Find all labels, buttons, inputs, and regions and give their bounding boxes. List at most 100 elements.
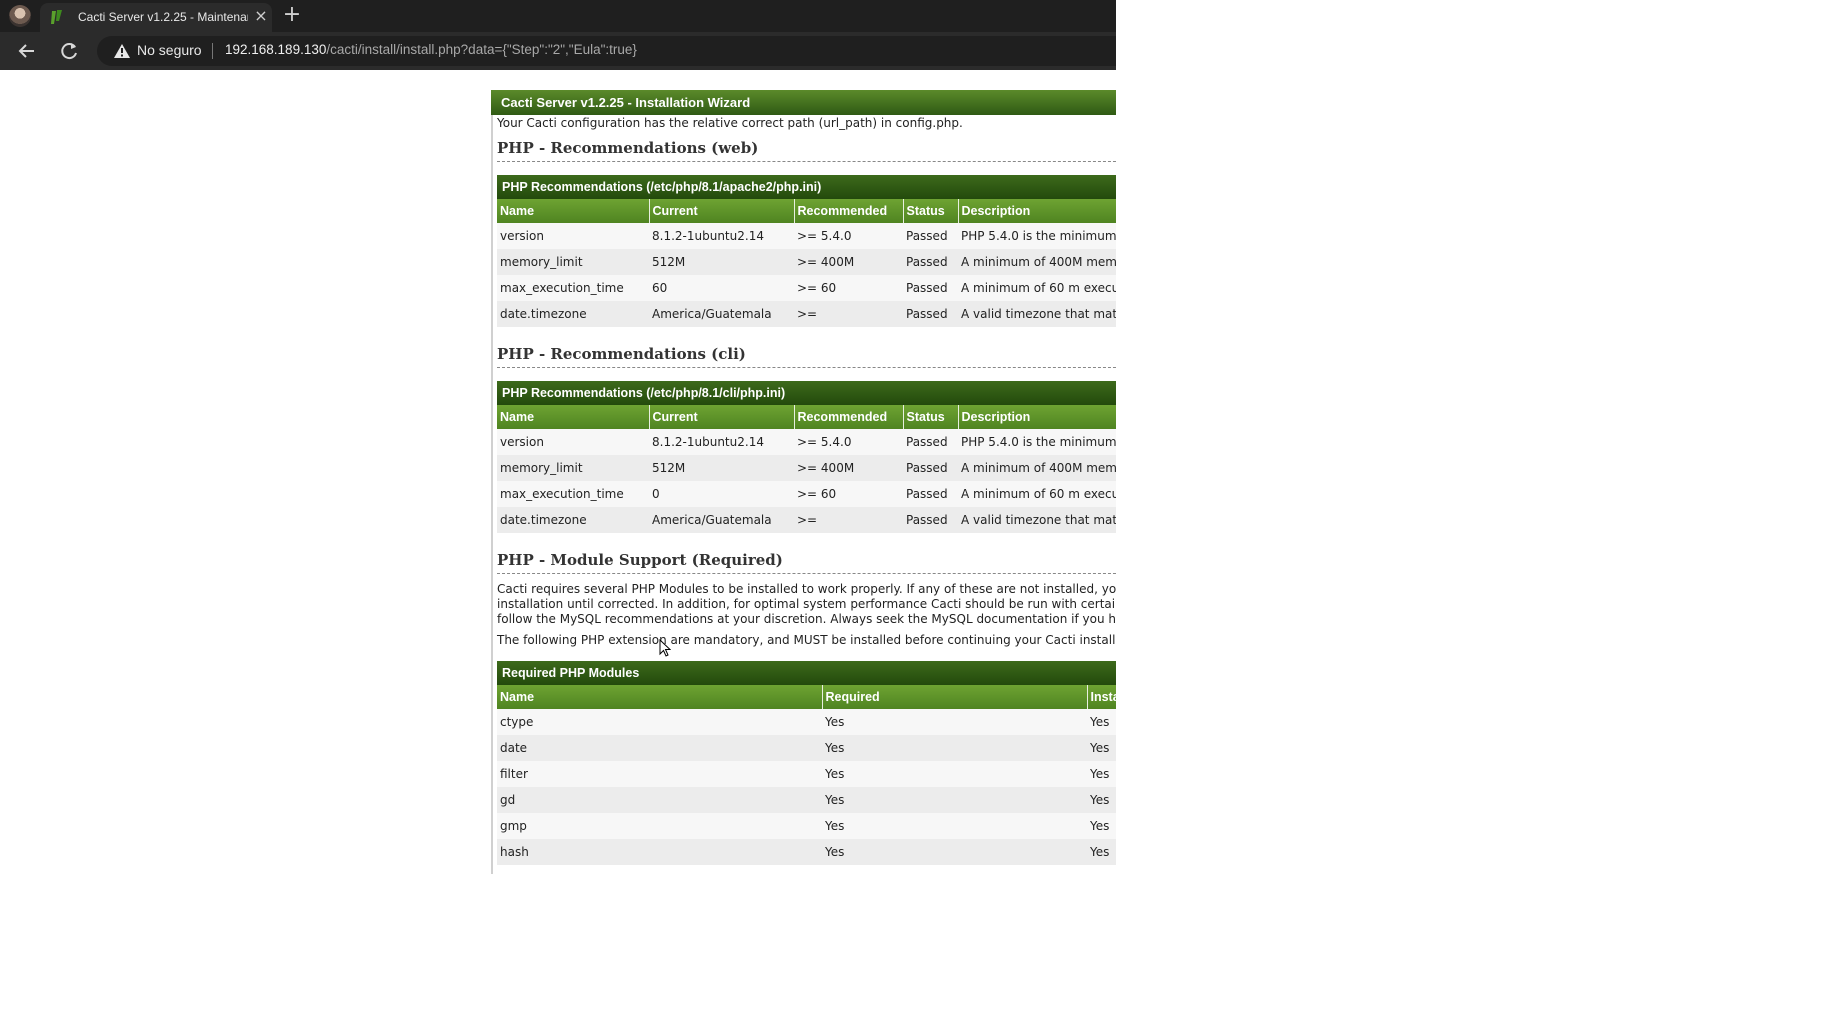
mandatory-extensions-note: The following PHP extension are mandator…	[497, 633, 1116, 647]
browser-window: Cacti Server v1.2.25 - Maintenance × + N…	[0, 0, 1116, 874]
cell-description: A valid timezone that matc	[958, 507, 1116, 533]
security-status[interactable]: No seguro	[137, 42, 202, 58]
column-header-name[interactable]: Name	[497, 685, 823, 709]
table-row: version 8.1.2-1ubuntu2.14 >= 5.4.0 Passe…	[497, 223, 1116, 249]
column-header-status[interactable]: Status	[903, 405, 959, 429]
table-row: ctype Yes Yes	[497, 709, 1116, 735]
cell-current: 512M	[649, 249, 794, 275]
cell-recommended: >= 60	[794, 275, 903, 301]
url-path: /cacti/install/install.php?data={"Step":…	[326, 42, 637, 57]
web-recommendations-table: Name Current Recommended Status Descript…	[497, 199, 1116, 327]
tab-title: Cacti Server v1.2.25 - Maintenance	[78, 10, 248, 24]
table-row: max_execution_time 60 >= 60 Passed A min…	[497, 275, 1116, 301]
column-header-current[interactable]: Current	[649, 199, 795, 223]
cell-description: A minimum of 400M memo	[958, 249, 1116, 275]
cell-required: Yes	[822, 709, 1087, 735]
cell-description: PHP 5.4.0 is the minimum	[958, 223, 1116, 249]
table-header-row: Name Current Recommended Status Descript…	[497, 405, 1116, 429]
cell-current: 60	[649, 275, 794, 301]
cell-description: PHP 5.4.0 is the minimum	[958, 429, 1116, 455]
column-header-installed[interactable]: Insta	[1087, 685, 1116, 709]
cli-table-title: PHP Recommendations (/etc/php/8.1/cli/ph…	[497, 381, 1116, 405]
cell-name: memory_limit	[497, 249, 649, 275]
cell-recommended: >=	[794, 507, 903, 533]
back-arrow-icon[interactable]	[14, 39, 40, 63]
tab-bar: Cacti Server v1.2.25 - Maintenance × +	[0, 0, 1116, 32]
url-text[interactable]: 192.168.189.130/cacti/install/install.ph…	[225, 42, 637, 57]
cell-module-name: gmp	[497, 813, 822, 839]
column-header-recommended[interactable]: Recommended	[794, 405, 904, 429]
table-row: date.timezone America/Guatemala >= Passe…	[497, 507, 1116, 533]
column-header-description[interactable]: Description	[958, 199, 1116, 223]
column-header-recommended[interactable]: Recommended	[794, 199, 904, 223]
omnibox-divider	[212, 43, 213, 59]
cell-required: Yes	[822, 813, 1087, 839]
cell-recommended: >= 400M	[794, 455, 903, 481]
column-header-status[interactable]: Status	[903, 199, 959, 223]
table-row: gmp Yes Yes	[497, 813, 1116, 839]
url-host: 192.168.189.130	[225, 42, 327, 57]
cell-current: America/Guatemala	[649, 301, 794, 327]
modules-table-title: Required PHP Modules	[497, 661, 1116, 685]
cell-status: Passed	[903, 275, 958, 301]
cell-name: date.timezone	[497, 507, 649, 533]
address-bar[interactable]: No seguro 192.168.189.130/cacti/install/…	[97, 36, 1116, 66]
active-tab[interactable]: Cacti Server v1.2.25 - Maintenance ×	[40, 3, 272, 32]
cell-name: memory_limit	[497, 455, 649, 481]
cell-required: Yes	[822, 761, 1087, 787]
cell-recommended: >= 60	[794, 481, 903, 507]
cell-required: Yes	[822, 839, 1087, 865]
module-support-heading: PHP - Module Support (Required)	[497, 551, 1116, 574]
table-header-row: Name Current Recommended Status Descript…	[497, 199, 1116, 223]
column-header-name[interactable]: Name	[497, 199, 650, 223]
new-tab-icon[interactable]: +	[280, 3, 304, 27]
cell-required: Yes	[822, 787, 1087, 813]
cell-status: Passed	[903, 455, 958, 481]
cell-current: America/Guatemala	[649, 507, 794, 533]
cell-module-name: filter	[497, 761, 822, 787]
cell-installed: Yes	[1087, 709, 1116, 735]
paragraph-line: follow the MySQL recommendations at your…	[497, 612, 1116, 626]
cell-name: max_execution_time	[497, 481, 649, 507]
cell-module-name: hash	[497, 839, 822, 865]
table-row: filter Yes Yes	[497, 761, 1116, 787]
warning-icon[interactable]	[114, 44, 130, 58]
table-row: version 8.1.2-1ubuntu2.14 >= 5.4.0 Passe…	[497, 429, 1116, 455]
cell-status: Passed	[903, 507, 958, 533]
cell-name: date.timezone	[497, 301, 649, 327]
cell-status: Passed	[903, 429, 958, 455]
table-row: date.timezone America/Guatemala >= Passe…	[497, 301, 1116, 327]
cell-status: Passed	[903, 249, 958, 275]
column-header-required[interactable]: Required	[822, 685, 1088, 709]
cell-current: 0	[649, 481, 794, 507]
table-row: max_execution_time 0 >= 60 Passed A mini…	[497, 481, 1116, 507]
cell-module-name: ctype	[497, 709, 822, 735]
url-path-note: Your Cacti configuration has the relativ…	[497, 116, 963, 130]
browser-toolbar: No seguro 192.168.189.130/cacti/install/…	[0, 32, 1116, 70]
wizard-title: Cacti Server v1.2.25 - Installation Wiza…	[491, 90, 1116, 115]
cacti-favicon-icon	[51, 10, 62, 24]
module-requirements-paragraph: Cacti requires several PHP Modules to be…	[497, 582, 1116, 627]
mouse-cursor-icon	[659, 639, 671, 657]
paragraph-line: Cacti requires several PHP Modules to be…	[497, 582, 1116, 596]
cell-recommended: >= 5.4.0	[794, 223, 903, 249]
column-header-name[interactable]: Name	[497, 405, 650, 429]
cell-module-name: date	[497, 735, 822, 761]
cell-description: A minimum of 60 m execu	[958, 275, 1116, 301]
column-header-description[interactable]: Description	[958, 405, 1116, 429]
paragraph-line: installation until corrected. In additio…	[497, 597, 1116, 611]
cli-recommendations-heading: PHP - Recommendations (cli)	[497, 345, 1116, 368]
profile-avatar[interactable]	[9, 5, 31, 27]
reload-icon[interactable]	[57, 39, 83, 63]
cell-required: Yes	[822, 735, 1087, 761]
cell-module-name: gd	[497, 787, 822, 813]
table-row: gd Yes Yes	[497, 787, 1116, 813]
cell-recommended: >=	[794, 301, 903, 327]
table-header-row: Name Required Insta	[497, 685, 1116, 709]
close-tab-icon[interactable]: ×	[252, 6, 270, 26]
cell-current: 8.1.2-1ubuntu2.14	[649, 223, 794, 249]
column-header-current[interactable]: Current	[649, 405, 795, 429]
table-row: memory_limit 512M >= 400M Passed A minim…	[497, 249, 1116, 275]
cell-recommended: >= 400M	[794, 249, 903, 275]
required-modules-table: Name Required Insta ctype Yes Yes date Y…	[497, 685, 1116, 865]
